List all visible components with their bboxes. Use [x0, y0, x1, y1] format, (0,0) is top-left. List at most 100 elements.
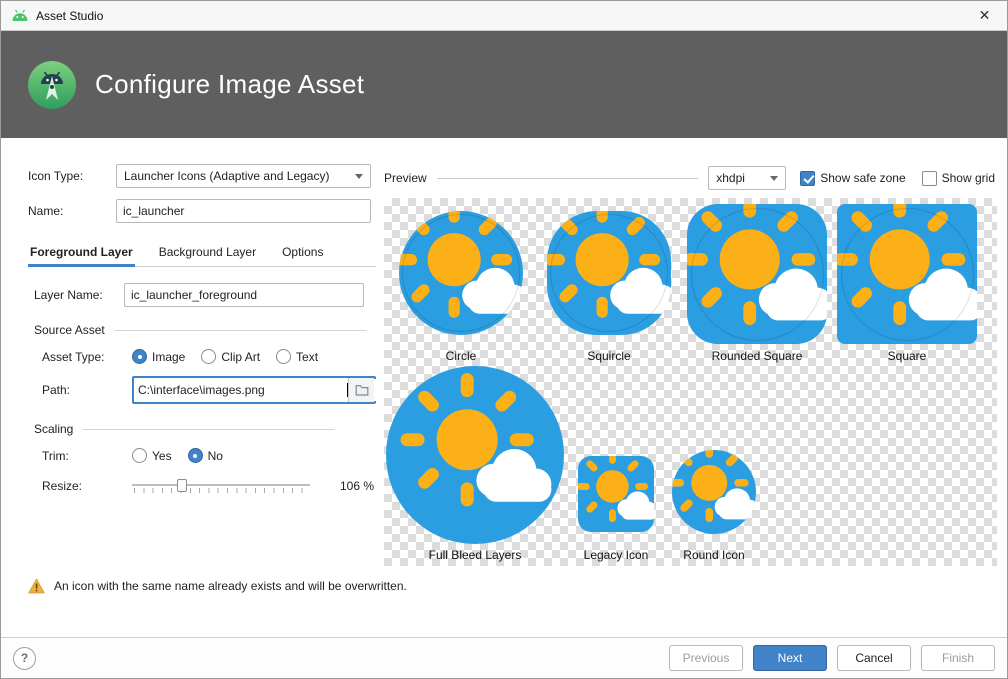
preview-label-legacy: Legacy Icon	[563, 548, 669, 562]
foreground-layer-panel: Layer Name: Source Asset Asset Type: Ima…	[28, 283, 376, 495]
preview-icon-full-bleed	[386, 366, 564, 544]
close-button[interactable]: ✕	[962, 1, 1007, 30]
finish-button[interactable]: Finish	[921, 645, 995, 671]
section-divider	[115, 330, 367, 331]
window-title: Asset Studio	[36, 9, 103, 23]
icon-type-label: Icon Type:	[28, 169, 116, 183]
scaling-section-header: Scaling	[34, 422, 376, 436]
resize-value: 106 %	[340, 479, 374, 493]
name-label: Name:	[28, 204, 116, 218]
radio-label: Image	[152, 350, 185, 364]
checkbox-label: Show safe zone	[820, 171, 905, 185]
android-icon	[11, 9, 29, 22]
name-input[interactable]	[116, 199, 371, 223]
trim-radio-no[interactable]: No	[188, 448, 223, 463]
resize-label: Resize:	[42, 479, 132, 493]
warning-bar: An icon with the same name already exist…	[1, 571, 1007, 601]
preview-label-square: Square	[837, 349, 977, 363]
asset-type-radio-clip-art[interactable]: Clip Art	[201, 349, 260, 364]
layer-name-input[interactable]	[124, 283, 364, 307]
radio-selected-icon	[188, 448, 203, 463]
sun-cloud-artwork	[547, 211, 671, 335]
preview-icon-rounded-square	[687, 204, 827, 344]
source-asset-section-header: Source Asset	[34, 323, 376, 337]
preview-label-circle: Circle	[399, 349, 523, 363]
help-icon: ?	[21, 651, 28, 665]
folder-icon	[355, 384, 369, 396]
asset-studio-window: Asset Studio ✕ Configure Image	[0, 0, 1008, 679]
footer-bar: ? Previous Next Cancel Finish	[1, 637, 1007, 678]
asset-type-radio-image[interactable]: Image	[132, 349, 185, 364]
tab-options[interactable]: Options	[280, 241, 325, 266]
checkbox-label: Show grid	[942, 171, 995, 185]
preview-panel: Preview xhdpi Show safe zone Show grid	[376, 138, 1008, 571]
slider-track	[132, 484, 310, 486]
cancel-button[interactable]: Cancel	[837, 645, 911, 671]
help-button[interactable]: ?	[13, 647, 36, 670]
chevron-down-icon	[355, 174, 363, 179]
preview-header: Preview xhdpi Show safe zone Show grid	[384, 166, 997, 190]
show-safe-zone-checkbox[interactable]: Show safe zone	[800, 171, 905, 186]
density-value: xhdpi	[716, 171, 764, 185]
radio-selected-icon	[132, 349, 147, 364]
preview-canvas: Circle Squircle Rounded Square Square Fu…	[384, 198, 997, 566]
radio-icon	[276, 349, 291, 364]
asset-type-label: Asset Type:	[42, 350, 132, 364]
preview-label: Preview	[384, 171, 427, 185]
titlebar: Asset Studio ✕	[1, 1, 1007, 31]
warning-text: An icon with the same name already exist…	[54, 579, 407, 593]
bottom-spacer	[1, 601, 1007, 637]
preview-icon-legacy	[578, 456, 654, 532]
sun-cloud-artwork	[578, 456, 654, 532]
preview-label-full-bleed: Full Bleed Layers	[386, 548, 564, 562]
preview-icon-circle	[399, 211, 523, 335]
section-divider	[83, 429, 335, 430]
layer-name-label: Layer Name:	[34, 288, 124, 302]
checkbox-checked-icon	[800, 171, 815, 186]
trim-label: Trim:	[42, 449, 132, 463]
radio-label: Text	[296, 350, 318, 364]
density-select[interactable]: xhdpi	[708, 166, 786, 190]
tab-background-layer[interactable]: Background Layer	[157, 241, 258, 266]
header-banner: Configure Image Asset	[1, 31, 1007, 138]
next-button[interactable]: Next	[753, 645, 827, 671]
chevron-down-icon	[770, 176, 778, 181]
tab-foreground-layer[interactable]: Foreground Layer	[28, 241, 135, 266]
trim-radio-yes[interactable]: Yes	[132, 448, 172, 463]
wizard-buttons: Previous Next Cancel Finish	[669, 645, 995, 671]
radio-label: Yes	[152, 449, 172, 463]
options-panel: Icon Type: Launcher Icons (Adaptive and …	[1, 138, 376, 571]
radio-label: Clip Art	[221, 350, 260, 364]
browse-button[interactable]	[348, 378, 374, 402]
radio-label: No	[208, 449, 223, 463]
previous-button[interactable]: Previous	[669, 645, 743, 671]
preview-label-squircle: Squircle	[547, 349, 671, 363]
preview-icon-round	[672, 450, 756, 534]
preview-divider	[437, 178, 699, 179]
preview-icon-squircle	[547, 211, 671, 335]
sun-cloud-artwork	[672, 450, 756, 534]
preview-label-rounded-square: Rounded Square	[687, 349, 827, 363]
checkbox-icon	[922, 171, 937, 186]
resize-slider-thumb[interactable]	[177, 479, 187, 492]
icon-type-select[interactable]: Launcher Icons (Adaptive and Legacy)	[116, 164, 371, 188]
slider-ticks	[134, 488, 310, 493]
asset-type-radio-text[interactable]: Text	[276, 349, 318, 364]
path-field	[132, 376, 376, 404]
scaling-label: Scaling	[34, 422, 73, 436]
show-grid-checkbox[interactable]: Show grid	[922, 171, 995, 186]
radio-icon	[201, 349, 216, 364]
radio-icon	[132, 448, 147, 463]
sun-cloud-artwork	[386, 366, 564, 544]
sun-cloud-artwork	[399, 211, 523, 335]
preview-label-round: Round Icon	[660, 548, 768, 562]
asset-studio-logo	[27, 60, 77, 110]
sun-cloud-artwork	[837, 204, 977, 344]
layer-tabs: Foreground Layer Background Layer Option…	[28, 241, 376, 267]
page-title: Configure Image Asset	[95, 69, 364, 100]
sun-cloud-artwork	[687, 204, 827, 344]
source-asset-label: Source Asset	[34, 323, 105, 337]
resize-slider[interactable]	[132, 477, 310, 495]
main-content: Icon Type: Launcher Icons (Adaptive and …	[1, 138, 1007, 571]
path-label: Path:	[42, 383, 132, 397]
